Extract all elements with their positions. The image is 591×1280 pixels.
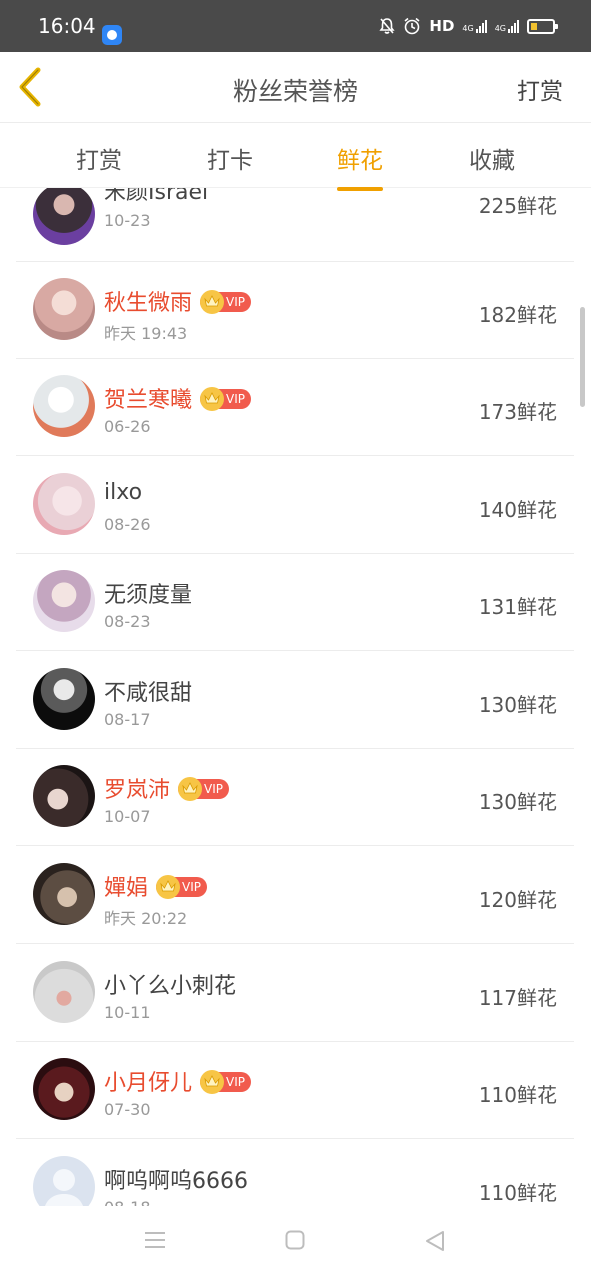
record-date: 10-11	[104, 1003, 151, 1022]
user-name: 小丫么小刺花	[104, 974, 237, 999]
user-name: 贺兰寒曦 VIP	[104, 382, 251, 414]
list-item[interactable]: 小月伢儿 VIP 07-30 110鲜花	[16, 1041, 574, 1139]
avatar	[33, 961, 95, 1023]
record-date: 07-30	[104, 1100, 151, 1119]
list-item[interactable]: 秋生微雨 VIP 昨天 19:43 182鲜花	[16, 261, 574, 359]
battery-low-icon	[527, 18, 558, 34]
fan-ranking-list[interactable]: 宋颜Israel 10-23 225鲜花 秋生微雨 VIP 昨天 19:43 18…	[0, 188, 591, 1206]
avatar	[33, 1156, 95, 1206]
user-name: 秋生微雨 VIP	[104, 285, 251, 317]
user-name: 罗岚沛 VIP	[104, 772, 229, 804]
avatar	[33, 278, 95, 340]
list-item[interactable]: 嬋娟 VIP 昨天 20:22 120鲜花	[16, 846, 574, 944]
mute-bell-icon	[379, 18, 395, 34]
tab-favorites[interactable]: 收藏	[469, 141, 515, 175]
flower-count: 110鲜花	[478, 1181, 557, 1205]
menu-button[interactable]	[144, 1230, 166, 1254]
tab-checkin[interactable]: 打卡	[207, 141, 253, 175]
tab-bar: 打赏 打卡 鲜花 收藏	[0, 123, 591, 191]
user-name: 无须度量	[104, 583, 193, 608]
crown-icon	[178, 777, 203, 801]
record-date: 昨天 20:22	[104, 909, 188, 928]
back-nav-button[interactable]	[424, 1230, 446, 1256]
record-date: 08-23	[104, 612, 151, 631]
status-icons: HD 4G 4G	[379, 15, 558, 37]
scrollbar[interactable]	[580, 307, 585, 407]
avatar	[33, 1058, 95, 1120]
vip-badge: VIP	[200, 1070, 251, 1094]
crown-icon	[200, 387, 225, 411]
user-name: ilxo	[104, 480, 143, 505]
flower-count: 225鲜花	[478, 194, 557, 218]
user-name-text: 秋生微雨	[104, 291, 193, 316]
vip-badge: VIP	[200, 290, 251, 314]
status-time: 16:04	[38, 14, 96, 38]
flower-count: 120鲜花	[478, 888, 557, 912]
record-date: 昨天 19:43	[104, 324, 188, 343]
list-item[interactable]: 啊呜啊呜6666 08-18 110鲜花	[16, 1139, 574, 1206]
user-name-text: 罗岚沛	[104, 778, 171, 803]
tab-reward[interactable]: 打赏	[76, 141, 122, 175]
page-title: 粉丝荣誉榜	[232, 77, 358, 106]
flower-count: 110鲜花	[478, 1083, 557, 1107]
list-item[interactable]: ilxo 08-26 140鲜花	[16, 456, 574, 554]
crown-icon	[200, 1070, 225, 1094]
reward-button[interactable]: 打赏	[517, 72, 563, 106]
crown-icon	[200, 290, 225, 314]
flower-count: 140鲜花	[478, 498, 557, 522]
user-name: 小月伢儿 VIP	[104, 1065, 251, 1097]
alarm-icon	[404, 17, 420, 35]
user-name-text: 贺兰寒曦	[104, 388, 193, 413]
tab-flowers[interactable]: 鲜花	[337, 141, 383, 191]
home-button[interactable]	[285, 1230, 305, 1254]
user-name: 啊呜啊呜6666	[104, 1169, 248, 1194]
flower-count: 130鲜花	[478, 693, 557, 717]
avatar	[33, 863, 95, 925]
user-name: 不咸很甜	[104, 681, 193, 706]
header: 粉丝荣誉榜 打赏	[0, 52, 591, 123]
record-date: 06-26	[104, 417, 151, 436]
vip-badge: VIP	[178, 777, 229, 801]
record-date: 10-23	[104, 211, 151, 230]
flower-count: 117鲜花	[478, 986, 557, 1010]
default-avatar-icon	[45, 1169, 83, 1206]
user-name: 嬋娟 VIP	[104, 870, 207, 902]
flower-count: 182鲜花	[478, 303, 557, 327]
list-item[interactable]: 宋颜Israel 10-23 225鲜花	[16, 188, 574, 262]
avatar	[33, 570, 95, 632]
record-date: 08-26	[104, 515, 151, 534]
record-date: 08-17	[104, 710, 151, 729]
avatar	[33, 668, 95, 730]
avatar	[33, 375, 95, 437]
flower-count: 173鲜花	[478, 400, 557, 424]
list-item[interactable]: 小丫么小刺花 10-11 117鲜花	[16, 944, 574, 1042]
list-item[interactable]: 罗岚沛 VIP 10-07 130鲜花	[16, 748, 574, 846]
record-date: 10-07	[104, 807, 151, 826]
avatar	[33, 188, 95, 245]
4g-signal-icon: 4G	[495, 19, 519, 33]
avatar	[33, 765, 95, 827]
home-square-icon	[285, 1230, 305, 1250]
hd-icon: HD	[429, 17, 455, 35]
user-name-text: 嬋娟	[104, 876, 149, 901]
app-icon	[102, 25, 122, 45]
list-item[interactable]: 贺兰寒曦 VIP 06-26 173鲜花	[16, 358, 574, 456]
flower-count: 130鲜花	[478, 790, 557, 814]
menu-icon	[145, 1232, 165, 1248]
list-item[interactable]: 不咸很甜 08-17 130鲜花	[16, 651, 574, 749]
status-bar: 16:04 HD 4G 4G	[0, 0, 591, 52]
system-nav-bar	[0, 1206, 591, 1280]
user-name: 宋颜Israel	[104, 188, 209, 205]
record-date: 08-18	[104, 1198, 151, 1206]
4g-signal-icon: 4G	[462, 19, 487, 33]
avatar	[33, 473, 95, 535]
user-name-text: 小月伢儿	[104, 1071, 193, 1096]
list-item[interactable]: 无须度量 08-23 131鲜花	[16, 553, 574, 651]
flower-count: 131鲜花	[478, 595, 557, 619]
back-triangle-icon	[426, 1231, 444, 1251]
crown-icon	[156, 875, 181, 899]
vip-badge: VIP	[156, 875, 207, 899]
vip-badge: VIP	[200, 387, 251, 411]
